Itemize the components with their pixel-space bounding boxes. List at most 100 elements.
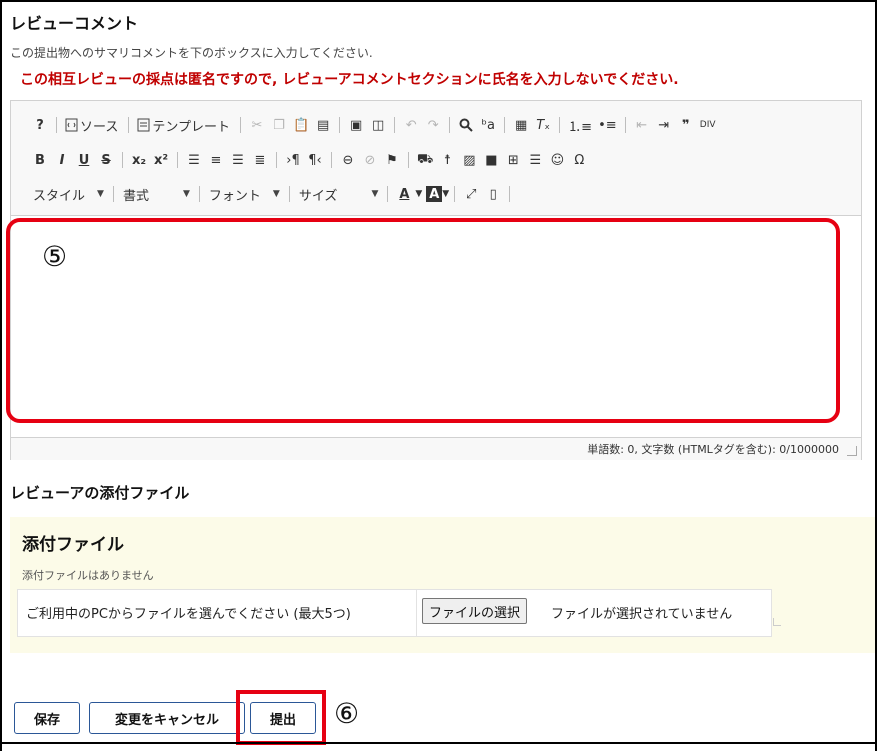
create-div-icon[interactable]: DIV xyxy=(697,114,719,136)
find-icon[interactable] xyxy=(455,114,477,136)
align-left-icon[interactable]: ☰ xyxy=(183,149,205,171)
format-label: 書式 xyxy=(122,188,149,204)
underline-button[interactable]: U xyxy=(73,149,95,171)
outdent-icon[interactable]: ⇤ xyxy=(631,114,653,136)
italic-button[interactable]: I xyxy=(51,149,73,171)
bold-button[interactable]: B xyxy=(29,149,51,171)
special-char-icon[interactable]: Ω xyxy=(568,149,590,171)
toolbar-separator xyxy=(56,117,57,133)
toolbar-separator xyxy=(128,117,130,133)
submit-button[interactable]: 提出 xyxy=(250,702,316,734)
link-icon[interactable]: ⊖ xyxy=(337,149,359,171)
template-icon xyxy=(137,118,150,132)
style-dropdown[interactable]: スタイル ▼ xyxy=(29,185,108,204)
anonymity-warning: この相互レビューの採点は匿名ですので, レビューアコメントセクションに氏名を入力… xyxy=(20,72,679,88)
align-right-icon[interactable]: ☰ xyxy=(227,149,249,171)
unlink-icon[interactable]: ⊘ xyxy=(359,149,381,171)
align-center-icon[interactable]: ≡ xyxy=(205,149,227,171)
show-blocks-icon[interactable]: ▯ xyxy=(482,183,504,205)
page-title: レビューコメント xyxy=(10,14,139,33)
strike-button[interactable]: S xyxy=(95,149,117,171)
toolbar-separator xyxy=(504,117,506,133)
chevron-down-icon: ▼ xyxy=(272,189,280,199)
source-icon xyxy=(65,118,78,132)
toolbar-separator xyxy=(454,186,456,202)
format-dropdown[interactable]: 書式 ▼ xyxy=(119,185,194,204)
font-label: フォント xyxy=(208,188,261,204)
template-button[interactable]: テンプレート xyxy=(134,114,235,136)
numbered-list-icon[interactable]: ⒈≡ xyxy=(565,114,595,136)
resize-handle-icon[interactable] xyxy=(847,446,857,456)
toolbar-separator xyxy=(387,186,389,202)
smiley-icon[interactable]: ☺ xyxy=(546,149,568,171)
toolbar-separator xyxy=(331,152,332,168)
toolbar-separator xyxy=(339,117,341,133)
reviewer-attachments-title: レビューアの添付ファイル xyxy=(10,484,190,502)
comment-text-area[interactable] xyxy=(11,217,861,437)
bulleted-list-icon[interactable]: •≡ xyxy=(595,114,620,136)
toolbar-separator xyxy=(198,186,200,202)
editor-status-bar: 単語数: 0, 文字数 (HTMLタグを含む): 0/1000000 xyxy=(11,437,861,460)
redo-icon[interactable]: ↷ xyxy=(422,114,444,136)
toolbar-separator xyxy=(177,152,178,168)
toolbar-separator xyxy=(509,186,511,202)
cart-icon[interactable]: ⛟ xyxy=(414,149,436,171)
chevron-down-icon: ▼ xyxy=(182,189,190,199)
template-label: テンプレート xyxy=(152,119,230,135)
remove-format-icon[interactable]: Tₓ xyxy=(532,114,554,136)
size-dropdown[interactable]: サイズ ▼ xyxy=(295,185,383,204)
paste-text-icon[interactable]: ▤ xyxy=(312,114,334,136)
source-button[interactable]: ソース xyxy=(62,114,123,136)
toolbar-separator xyxy=(122,152,123,168)
help-button[interactable]: ? xyxy=(29,114,51,136)
ltr-icon[interactable]: ›¶ xyxy=(282,149,304,171)
save-button[interactable]: 保存 xyxy=(14,702,80,734)
rtl-icon[interactable]: ¶‹ xyxy=(304,149,326,171)
print-icon[interactable]: ▣ xyxy=(345,114,367,136)
editor-toolbar: ? ソース テンプレート ✂ ❐ 📋 ▤ ▣ ◫ ↶ ↷ ᵇa ▦ T ₓ ⒈≡… xyxy=(11,101,861,216)
anchor-flag-icon[interactable]: ⚑ xyxy=(381,149,403,171)
paste-icon[interactable]: 📋 xyxy=(290,114,312,136)
toolbar-separator xyxy=(394,117,396,133)
toolbar-separator xyxy=(559,117,561,133)
undo-icon[interactable]: ↶ xyxy=(400,114,422,136)
preview-icon[interactable]: ◫ xyxy=(367,114,389,136)
select-all-icon[interactable]: ▦ xyxy=(510,114,532,136)
upload-divider xyxy=(416,590,417,636)
table-icon[interactable]: ⊞ xyxy=(502,149,524,171)
toolbar-separator xyxy=(449,117,451,133)
horizontal-rule-icon[interactable]: ☰ xyxy=(524,149,546,171)
font-dropdown[interactable]: フォント ▼ xyxy=(205,185,284,204)
attachments-panel: 添付ファイル 添付ファイルはありません ご利用中のPCからファイルを選んでくださ… xyxy=(10,517,875,653)
subscript-button[interactable]: x₂ xyxy=(128,149,150,171)
copy-icon[interactable]: ❐ xyxy=(268,114,290,136)
text-color-button[interactable]: A xyxy=(393,183,415,205)
size-label: サイズ xyxy=(298,188,338,204)
toolbar-row-3: スタイル ▼ 書式 ▼ フォント ▼ サイズ ▼ A ▼ A ▼ ⤢ ▯ xyxy=(29,181,515,207)
no-attachments-text: 添付ファイルはありません xyxy=(22,569,154,582)
replace-icon[interactable]: ᵇa xyxy=(477,114,499,136)
superscript-button[interactable]: x² xyxy=(150,149,172,171)
bg-color-button[interactable]: A xyxy=(426,186,443,202)
cancel-changes-button[interactable]: 変更をキャンセル xyxy=(89,702,245,734)
upload-corner xyxy=(773,618,781,626)
chevron-down-icon[interactable]: ▼ xyxy=(442,189,449,199)
indent-icon[interactable]: ⇥ xyxy=(653,114,675,136)
image-icon[interactable]: ▨ xyxy=(458,149,480,171)
cut-icon[interactable]: ✂ xyxy=(246,114,268,136)
toolbar-separator xyxy=(624,117,626,133)
choose-file-button[interactable]: ファイルの選択 xyxy=(422,598,528,624)
toolbar-row-1: ? ソース テンプレート ✂ ❐ 📋 ▤ ▣ ◫ ↶ ↷ ᵇa ▦ T ₓ ⒈≡… xyxy=(29,112,719,138)
maximize-icon[interactable]: ⤢ xyxy=(460,183,482,205)
align-justify-icon[interactable]: ≣ xyxy=(249,149,271,171)
chevron-down-icon: ▼ xyxy=(371,189,379,199)
blockquote-icon[interactable]: ❞ xyxy=(675,114,697,136)
step-marker-5: ⑤ xyxy=(42,240,68,273)
video-icon[interactable]: ■ xyxy=(480,149,502,171)
toolbar-separator xyxy=(239,117,241,133)
style-label: スタイル xyxy=(33,188,86,204)
chevron-down-icon: ▼ xyxy=(97,189,104,199)
chevron-down-icon[interactable]: ▼ xyxy=(415,189,422,199)
source-label: ソース xyxy=(80,119,119,135)
person-icon[interactable]: ☨ xyxy=(436,149,458,171)
